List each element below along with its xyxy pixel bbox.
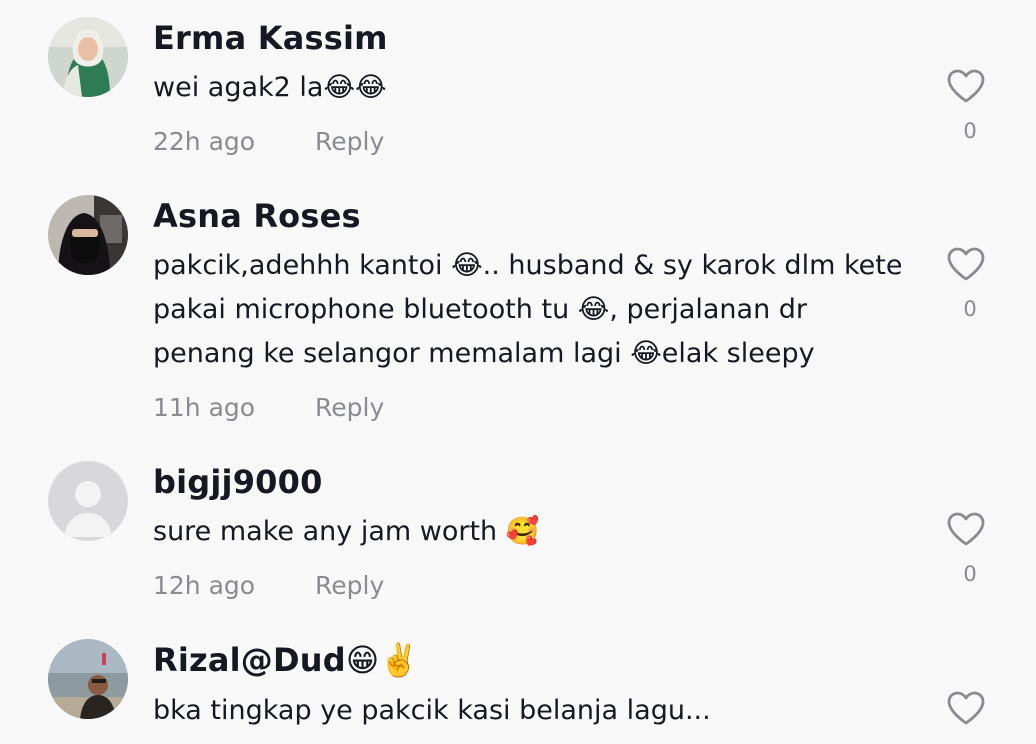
reply-button[interactable]: Reply [315,127,384,156]
like-button[interactable] [946,246,986,282]
comment-username[interactable]: Asna Roses [153,197,361,235]
like-button[interactable] [946,68,986,104]
comment-timestamp: 22h ago [153,127,256,156]
avatar[interactable] [48,639,128,719]
like-count: 0 [963,297,977,321]
like-count: 0 [963,562,977,586]
comment-text: wei agak2 la😂😂 [153,72,387,103]
comment-text: sure make any jam worth 🥰 [153,516,540,547]
comment-username[interactable]: bigjj9000 [153,463,323,501]
like-count: 0 [963,119,977,143]
heart-outline-icon [947,512,985,546]
user-photo-avatar-icon [48,639,128,719]
user-photo-avatar-icon [48,17,128,97]
comment-timestamp: 11h ago [153,393,256,422]
reply-button[interactable]: Reply [315,571,384,600]
comment-text: pakcik,adehhh kantoi 😂.. husband & sy ka… [153,250,903,369]
like-button[interactable] [946,511,986,547]
heart-outline-icon [947,691,985,725]
like-button[interactable] [946,690,986,726]
comment-meta: 11h ago Reply [153,393,384,422]
comment-text: bka tingkap ye pakcik kasi belanja lagu.… [153,695,711,726]
comment-username[interactable]: Rizal@Dud😁✌️ [153,641,419,679]
comment-timestamp: 12h ago [153,571,256,600]
reply-button[interactable]: Reply [315,393,384,422]
avatar[interactable] [48,17,128,97]
default-person-avatar-icon [48,461,128,541]
comment-list: Erma Kassim wei agak2 la😂😂 22h ago Reply… [0,0,1036,744]
comment-meta: 22h ago Reply [153,127,384,156]
heart-outline-icon [947,69,985,103]
user-photo-avatar-icon [48,195,128,275]
comment-username[interactable]: Erma Kassim [153,19,388,57]
comment-meta: 12h ago Reply [153,571,384,600]
heart-outline-icon [947,247,985,281]
avatar[interactable] [48,195,128,275]
avatar[interactable] [48,461,128,541]
